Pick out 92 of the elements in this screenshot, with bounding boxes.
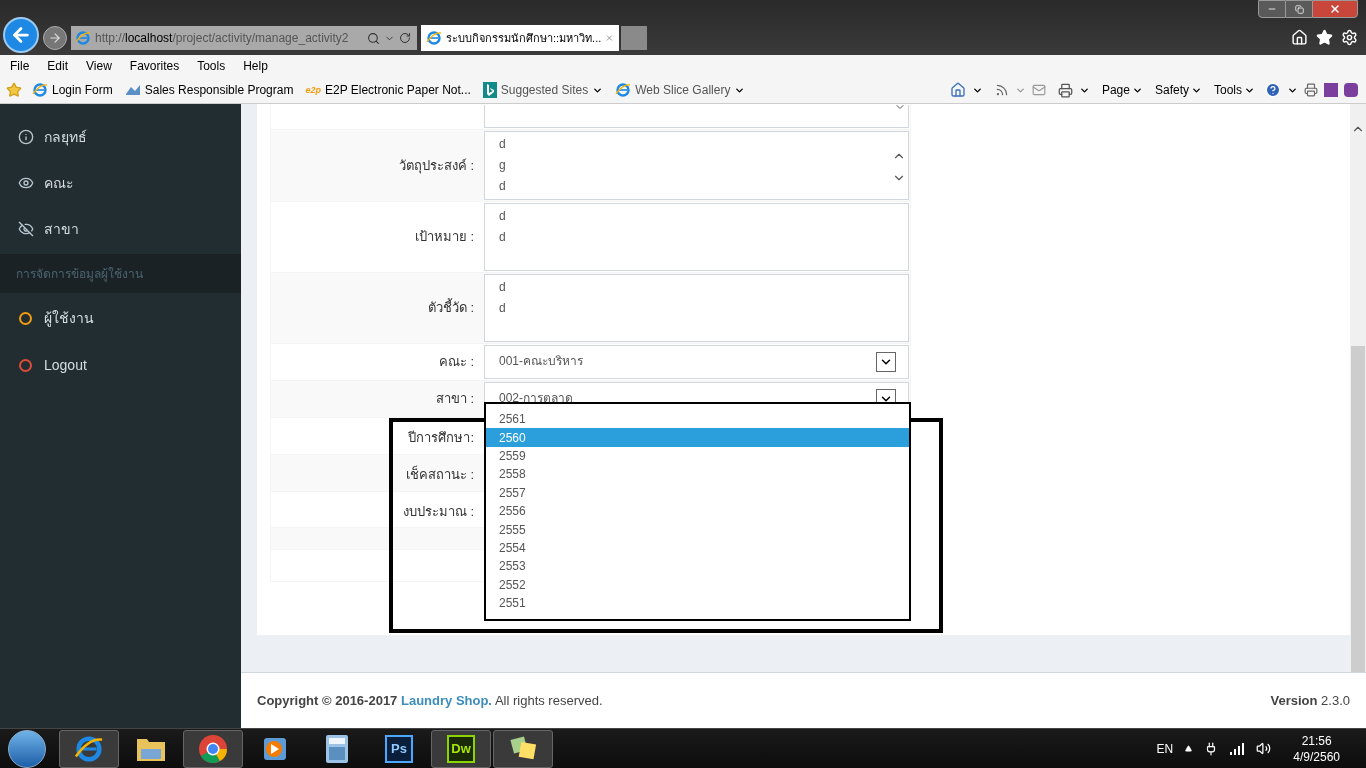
dreamweaver-icon: Dw [447,734,475,763]
back-button[interactable] [3,17,39,53]
tab-title: ระบบกิจกรรมนักศึกษา::มหาวิท... [446,30,602,46]
field-label: วัตถุประสงค์ : [398,156,474,176]
ie-icon [75,30,91,46]
sidebar-item[interactable]: สาขา [0,206,241,252]
command-button[interactable]: Tools [1214,81,1255,99]
menu-item[interactable]: Help [243,57,268,75]
calculator-icon [325,733,349,764]
start-button[interactable] [8,729,46,768]
dropdown-option[interactable]: 2554 [486,538,909,558]
copyright-text: Copyright © 2016-2017 Laundry Shop. All rights reserved. [257,692,603,710]
sidebar-item[interactable]: Logout [0,342,241,389]
bing-icon [482,82,497,98]
eye-icon [18,175,34,191]
onenote-link-icon[interactable] [1344,83,1358,97]
text-area[interactable]: d d [484,274,909,342]
field-label: สาขา : [435,390,474,408]
forward-arrow-icon [48,31,62,45]
field-label: ปีการศึกษา: [408,429,474,447]
favorite-link[interactable]: Login Form [32,81,113,99]
taskbar-app[interactable]: Ps [369,729,429,768]
close-icon [1329,3,1341,15]
restore-icon [1294,4,1304,14]
dropdown-option[interactable]: 2556 [486,501,909,521]
ie-icon [74,733,104,764]
field-label: เป้าหมาย : [414,228,474,247]
address-bar[interactable]: http://localhost/project/activity/manage_activity2 [71,26,417,50]
chrome-icon [198,733,228,764]
ie-icon [426,30,442,46]
info-icon [18,129,34,145]
version-text: Version 2.3.0 [1270,692,1350,710]
favorites-star-icon[interactable] [6,82,22,98]
dropdown-option[interactable]: 2551 [486,593,909,613]
command-button[interactable]: Safety [1154,81,1202,99]
browser-tab[interactable]: ระบบกิจกรรมนักศึกษา::มหาวิท... [421,25,619,51]
dropdown-option[interactable]: 2557 [486,483,909,502]
photoshop-icon: Ps [385,734,413,763]
mail-icon[interactable] [1031,83,1046,97]
restore-button[interactable] [1286,0,1312,18]
text-area[interactable]: d d [484,203,909,271]
command-button[interactable]: Page [1101,81,1143,99]
page-icon [615,82,632,98]
sidebar-item[interactable]: ผู้ใช้งาน [0,295,241,342]
language-indicator[interactable]: EN [1156,739,1174,758]
sidebar-item[interactable]: กลยุทธ์ [0,114,241,160]
dropdown-option[interactable]: 2558 [486,465,909,484]
home-icon[interactable] [1291,29,1308,46]
scrollbar[interactable] [1350,104,1366,672]
settings-icon[interactable] [1341,29,1358,46]
sidebar-item[interactable]: คณะ [0,160,241,206]
menu-item[interactable]: Tools [197,57,226,75]
signal-icon[interactable] [1230,742,1245,755]
field-label: คณะ : [438,353,474,371]
feed-icon[interactable] [994,83,1009,97]
taskbar-app[interactable]: Dw [431,729,491,768]
favorite-link[interactable]: Suggested Sites [482,81,604,99]
taskbar-app[interactable] [493,729,553,768]
menu-item[interactable]: File [10,57,30,75]
dropdown-option[interactable]: 2553 [486,557,909,576]
favorite-link[interactable]: e2p E2P Electronic Paper Not... [305,81,471,99]
taskbar-app[interactable] [59,729,119,768]
address-text: http://localhost/project/activity/manage_activity2 [95,30,350,47]
e2p-icon: e2p [305,85,321,95]
field-label: เช็คสถานะ : [405,465,474,484]
help-icon[interactable] [1265,82,1281,98]
eye-slash-icon [18,221,34,237]
sidebar-header: การจัดการข้อมูลผู้ใช้งาน [0,254,241,293]
clock[interactable]: 21:56 4/9/2560 [1293,732,1340,765]
printer-icon[interactable] [1304,83,1318,97]
page-icon [32,82,48,98]
dropdown-option[interactable]: 2559 [486,446,909,466]
taskbar-app[interactable] [183,729,243,768]
text-area[interactable]: d g d [484,131,909,200]
app-icon [124,83,141,97]
dropdown-option[interactable]: 2552 [486,575,909,594]
minimize-button[interactable] [1258,0,1286,18]
print-icon[interactable] [1057,82,1073,98]
forward-button[interactable] [43,26,67,50]
favorite-link[interactable]: Web Slice Gallery [615,81,746,99]
search-icon[interactable] [367,31,380,45]
menu-item[interactable]: View [86,57,112,75]
volume-icon[interactable] [1256,741,1272,756]
menu-item[interactable]: Edit [47,57,69,75]
select-field[interactable]: 001-คณะบริหาร [484,345,909,379]
favorite-link[interactable]: Sales Responsible Program [124,81,294,99]
field-label: งบประมาณ : [402,503,474,521]
show-hidden-icons[interactable] [1185,745,1193,752]
menu-item[interactable]: Favorites [129,57,180,75]
refresh-icon[interactable] [399,32,411,44]
dropdown-option[interactable]: 2555 [486,520,909,539]
field-label: ตัวชี้วัด : [427,298,474,318]
